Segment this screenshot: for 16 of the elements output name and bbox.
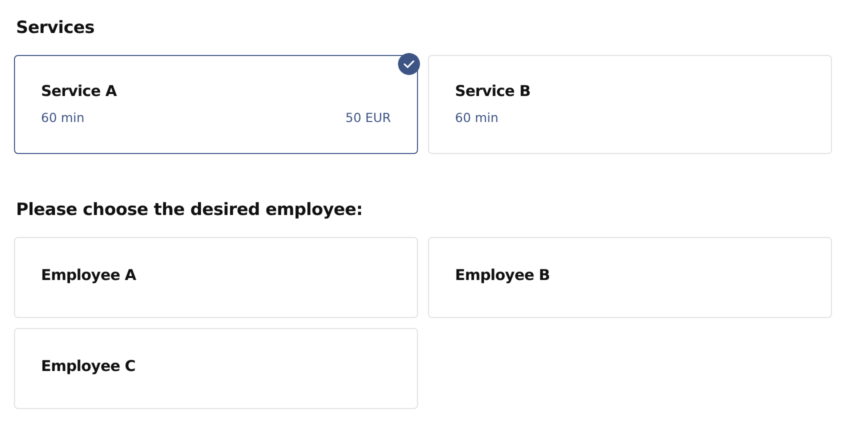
employee-card[interactable]: Employee C bbox=[14, 328, 418, 409]
check-icon bbox=[398, 53, 420, 75]
service-duration: 60 min bbox=[41, 110, 84, 125]
section-heading: Services bbox=[16, 17, 96, 40]
service-name: Service A bbox=[41, 82, 118, 100]
service-card[interactable]: Service B 60 min bbox=[428, 55, 832, 154]
employee-name: Employee A bbox=[41, 266, 136, 284]
service-price: 50 EUR bbox=[345, 110, 391, 125]
service-name: Service B bbox=[455, 82, 532, 100]
employee-name: Employee C bbox=[41, 356, 136, 374]
service-card[interactable]: Service A 60 min 50 EUR bbox=[14, 55, 418, 154]
employee-card[interactable]: Employee A bbox=[14, 237, 418, 318]
section-heading: Please choose the desired employee: bbox=[16, 199, 364, 222]
service-duration: 60 min bbox=[455, 110, 498, 125]
employee-card[interactable]: Employee B bbox=[428, 237, 832, 318]
employee-name: Employee B bbox=[455, 266, 550, 284]
